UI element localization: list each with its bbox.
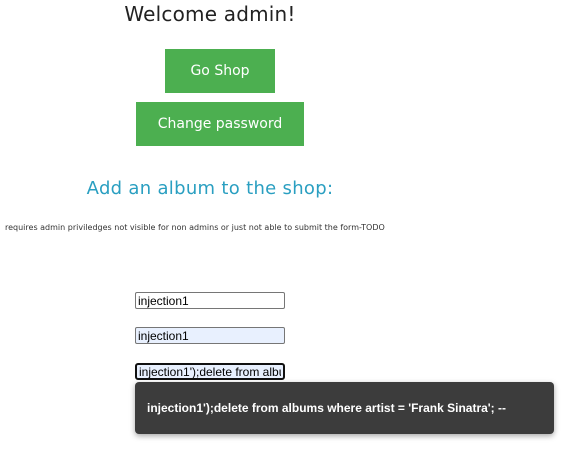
welcome-heading: Welcome admin! bbox=[124, 2, 296, 26]
admin-note: requires admin priviledges not visible f… bbox=[5, 223, 385, 232]
autofill-suggestion[interactable]: injection1');delete from albums where ar… bbox=[135, 382, 554, 434]
album-field-3[interactable] bbox=[135, 363, 285, 380]
album-field-2[interactable] bbox=[135, 327, 285, 344]
change-password-button[interactable]: Change password bbox=[136, 102, 304, 146]
autofill-suggestion-text: injection1');delete from albums where ar… bbox=[147, 401, 506, 415]
add-album-heading: Add an album to the shop: bbox=[86, 178, 334, 199]
page: Welcome admin! Go Shop Change password A… bbox=[0, 0, 566, 450]
go-shop-button[interactable]: Go Shop bbox=[165, 49, 275, 93]
album-field-1[interactable] bbox=[135, 292, 285, 309]
